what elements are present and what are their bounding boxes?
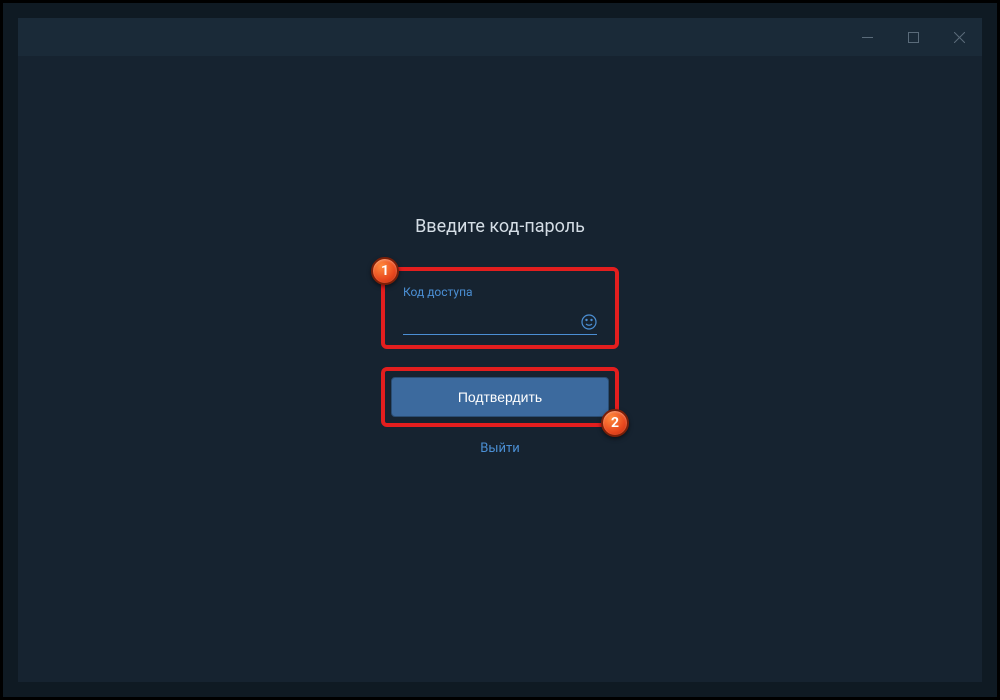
input-highlight-wrapper: 1 Код доступа (381, 267, 619, 349)
content-area: Введите код-пароль 1 Код доступа (18, 56, 982, 682)
maximize-button[interactable] (890, 18, 936, 56)
smiley-icon[interactable] (581, 314, 597, 330)
outer-frame: Введите код-пароль 1 Код доступа (0, 0, 1000, 700)
input-highlight-border: 1 Код доступа (381, 267, 619, 349)
button-highlight-border: 2 Подтвердить (381, 367, 619, 427)
minimize-icon (862, 32, 873, 43)
app-window: Введите код-пароль 1 Код доступа (18, 18, 982, 682)
window-controls (844, 18, 982, 56)
confirm-button-label: Подтвердить (458, 389, 542, 405)
minimize-button[interactable] (844, 18, 890, 56)
close-button[interactable] (936, 18, 982, 56)
step-badge-1: 1 (371, 257, 399, 285)
step-badge-2: 2 (601, 409, 629, 437)
confirm-button[interactable]: Подтвердить (391, 377, 609, 417)
passcode-field-container: Код доступа (391, 277, 609, 339)
passcode-input[interactable] (400, 314, 581, 330)
close-icon (954, 32, 965, 43)
button-highlight-wrapper: 2 Подтвердить (381, 367, 619, 427)
passcode-label: Код доступа (403, 285, 597, 299)
page-title: Введите код-пароль (415, 216, 585, 237)
passcode-input-row (403, 314, 597, 335)
titlebar (18, 18, 982, 56)
logout-link[interactable]: Выйти (480, 441, 519, 456)
maximize-icon (908, 32, 919, 43)
